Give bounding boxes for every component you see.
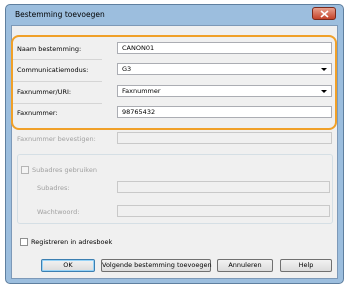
help-button[interactable]: Help [280, 259, 332, 272]
subaddress-input[interactable] [117, 181, 330, 193]
highlight-frame [11, 35, 337, 130]
register-address-book-checkbox[interactable] [20, 238, 28, 246]
password-input[interactable] [117, 205, 330, 217]
ok-button[interactable]: OK [41, 259, 95, 272]
title-bar: Bestemming toevoegen [6, 5, 343, 24]
subaddress-label: Subadres: [37, 184, 70, 192]
password-label: Wachtwoord: [37, 208, 80, 216]
use-subaddress-label: Subadres gebruiken [32, 166, 97, 174]
close-icon [320, 10, 329, 18]
dialog-title: Bestemming toevoegen [15, 10, 105, 19]
use-subaddress-checkbox[interactable] [21, 166, 29, 174]
cancel-button[interactable]: Annuleren [217, 259, 273, 272]
close-button[interactable] [312, 7, 336, 20]
confirm-fax-number-input[interactable] [117, 132, 332, 144]
button-bar: OK Volgende bestemming toevoegen Annuler… [12, 259, 337, 272]
confirm-fax-number-label: Faxnummer bevestigen: [17, 135, 96, 143]
add-next-destination-button[interactable]: Volgende bestemming toevoegen [101, 259, 212, 272]
register-address-book-label: Registreren in adresboek [31, 238, 113, 246]
